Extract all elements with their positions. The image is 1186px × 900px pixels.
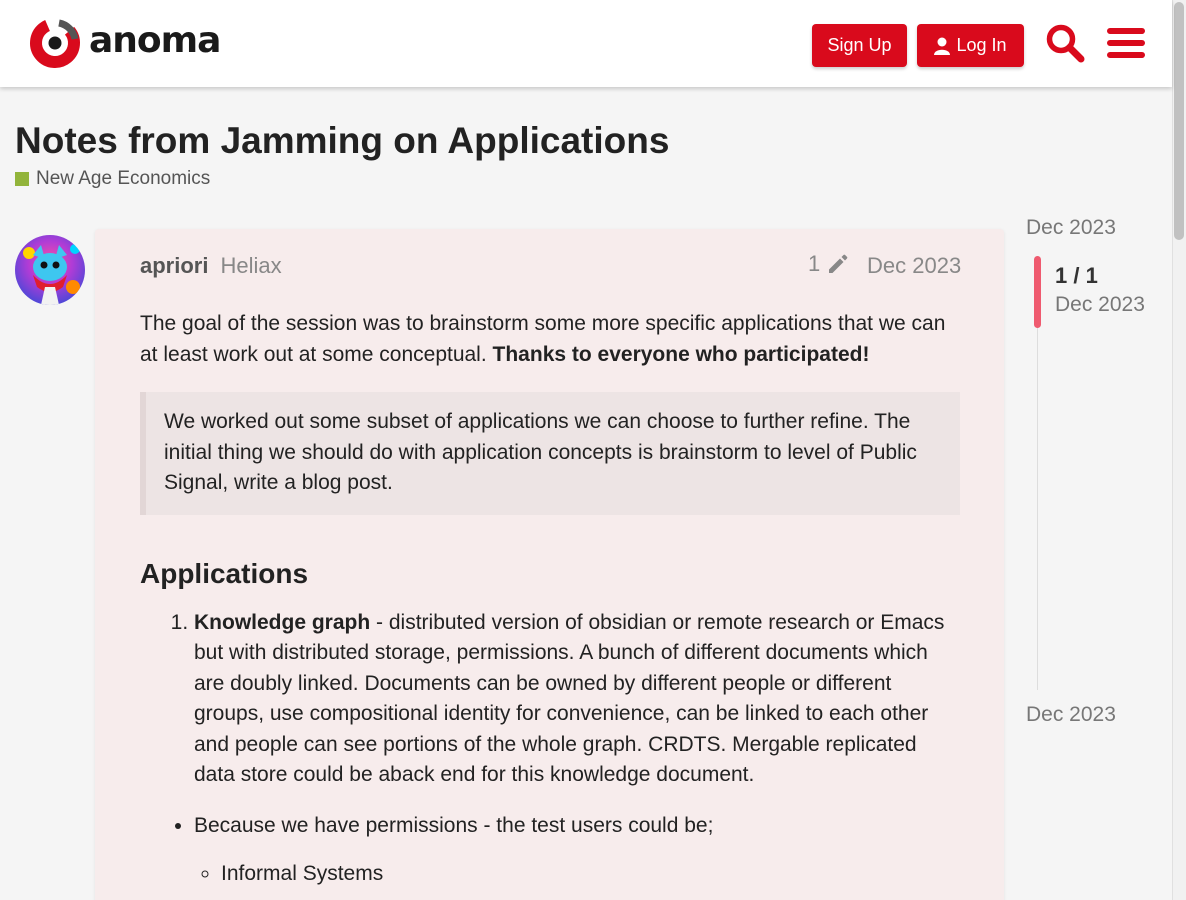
hamburger-menu-icon	[1107, 28, 1145, 58]
sub-bullet-item: Informal Systems	[221, 859, 960, 890]
applications-heading: Applications	[140, 557, 309, 589]
edit-count: 1	[808, 251, 821, 276]
sub-bullet-list: Informal Systems	[194, 859, 960, 890]
anoma-logo-icon	[30, 18, 80, 68]
category-link[interactable]: New Age Economics	[15, 168, 210, 190]
list-item-title: Knowledge graph	[194, 610, 371, 634]
search-button[interactable]	[1042, 20, 1088, 66]
avatar-image	[15, 235, 85, 305]
bullet-item-text: Because we have permissions - the test u…	[194, 813, 714, 837]
scrollbar-thumb[interactable]	[1174, 2, 1184, 240]
bullet-item: Because we have permissions - the test u…	[194, 811, 960, 890]
post-date[interactable]: Dec 2023	[867, 253, 961, 279]
edit-history-button[interactable]: 1	[808, 251, 850, 277]
intro-paragraph: The goal of the session was to brainstor…	[140, 309, 960, 370]
pencil-icon	[829, 254, 848, 273]
timeline-position: 1 / 1	[1055, 263, 1098, 288]
list-item: Knowledge graph - distributed version of…	[194, 608, 960, 791]
timeline-start-date[interactable]: Dec 2023	[1026, 216, 1116, 240]
user-avatar[interactable]	[15, 235, 85, 305]
menu-button[interactable]	[1103, 20, 1149, 66]
log-in-label: Log In	[956, 35, 1007, 55]
blockquote: We worked out some subset of application…	[140, 392, 960, 515]
timeline-scroll-handle[interactable]	[1034, 256, 1041, 328]
bullet-list: Because we have permissions - the test u…	[140, 811, 960, 890]
logo-text: anoma	[89, 20, 221, 61]
timeline-position-date: Dec 2023	[1055, 293, 1145, 316]
user-icon	[934, 37, 951, 55]
applications-list: Knowledge graph - distributed version of…	[140, 608, 960, 791]
list-item-text: - distributed version of obsidian or rem…	[194, 610, 945, 787]
category-name: New Age Economics	[36, 168, 211, 189]
site-header: anoma Sign Up Log In	[0, 0, 1172, 87]
category-color-badge	[15, 172, 29, 186]
username-link[interactable]: apriori	[140, 253, 208, 279]
topic-title[interactable]: Notes from Jamming on Applications	[15, 120, 669, 162]
log-in-button[interactable]: Log In	[917, 24, 1024, 67]
post: apriori Heliax 1 Dec 2023 The goal of th…	[95, 229, 1004, 900]
post-body: The goal of the session was to brainstor…	[140, 309, 960, 890]
timeline-end-date[interactable]: Dec 2023	[1026, 703, 1116, 727]
post-author: apriori Heliax	[140, 253, 282, 279]
sign-up-button[interactable]: Sign Up	[812, 24, 907, 67]
intro-bold-text: Thanks to everyone who participated!	[492, 342, 870, 366]
search-icon	[1046, 24, 1085, 63]
site-logo[interactable]: anoma	[29, 17, 221, 69]
user-title: Heliax	[220, 253, 282, 278]
